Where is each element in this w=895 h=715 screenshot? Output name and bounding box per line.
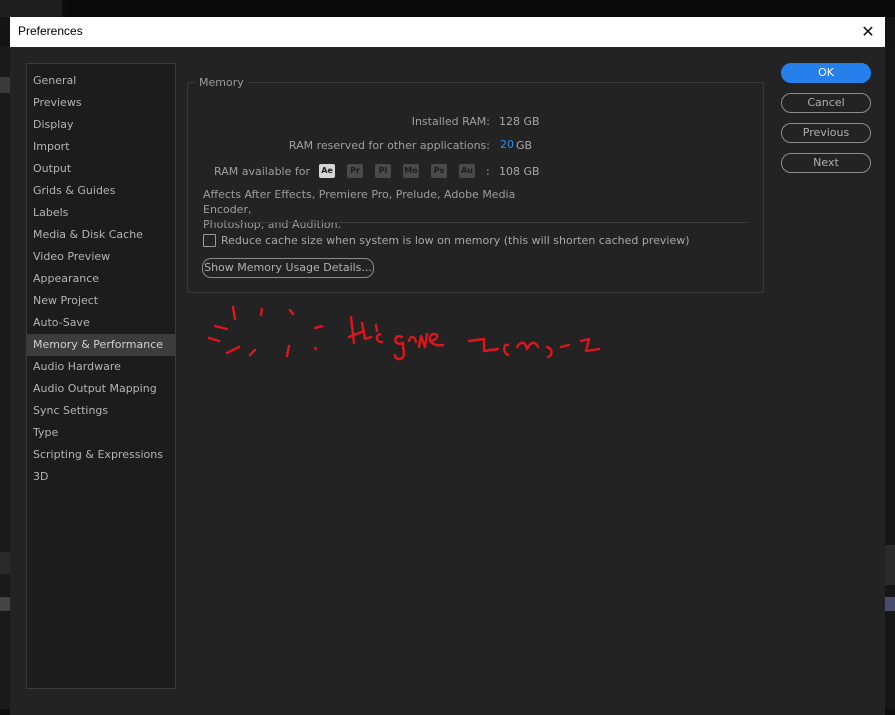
background-panel — [66, 0, 895, 17]
sidebar-item-3d[interactable]: 3D — [27, 466, 175, 488]
media-encoder-badge-icon: Me — [403, 164, 419, 178]
background-mark — [0, 597, 10, 611]
ram-available-label: RAM available for — [214, 165, 310, 178]
sidebar-item-display[interactable]: Display — [27, 114, 175, 136]
sidebar-item-import[interactable]: Import — [27, 136, 175, 158]
next-button[interactable]: Next — [781, 153, 871, 173]
installed-ram-value: 128 GB — [499, 115, 540, 128]
burst-stroke — [213, 324, 229, 331]
sidebar-item-memory-performance[interactable]: Memory & Performance — [27, 334, 175, 356]
annotation-letters — [374, 323, 384, 344]
ram-reserved-value[interactable]: 20 — [500, 138, 514, 151]
title-bar: Preferences ✕ — [10, 17, 885, 47]
after-effects-badge-icon: Ae — [319, 164, 335, 178]
burst-stroke — [207, 336, 221, 343]
memory-description-line: Affects After Effects, Premiere Pro, Pre… — [203, 188, 516, 216]
reduce-cache-checkbox[interactable] — [203, 234, 216, 247]
dialog-title: Preferences — [18, 24, 83, 38]
preferences-dialog: Preferences ✕ General Previews Display I… — [10, 17, 885, 715]
photoshop-badge-icon: Ps — [431, 164, 447, 178]
memory-group-title: Memory — [195, 76, 248, 89]
sidebar-item-audio-output-mapping[interactable]: Audio Output Mapping — [27, 378, 175, 400]
sidebar-item-type[interactable]: Type — [27, 422, 175, 444]
divider — [203, 222, 748, 223]
background-mark — [0, 77, 10, 93]
background-app-left — [0, 47, 10, 715]
sidebar-item-sync-settings[interactable]: Sync Settings — [27, 400, 175, 422]
burst-stroke — [259, 307, 264, 317]
reduce-cache-label[interactable]: Reduce cache size when system is low on … — [221, 234, 690, 247]
installed-ram-label: Installed RAM: — [411, 115, 490, 128]
memory-description: Affects After Effects, Premiere Pro, Pre… — [203, 187, 563, 232]
audition-badge-icon: Au — [459, 164, 475, 178]
memory-group: Memory Installed RAM: 128 GB RAM reserve… — [187, 76, 764, 293]
ok-button[interactable]: OK — [781, 63, 871, 83]
annotation-shrug — [467, 337, 601, 359]
burst-stroke — [288, 308, 295, 316]
sidebar-item-scripting-expressions[interactable]: Scripting & Expressions — [27, 444, 175, 466]
show-memory-usage-details-button[interactable]: Show Memory Usage Details... — [202, 258, 374, 278]
sidebar-item-auto-save[interactable]: Auto-Save — [27, 312, 175, 334]
cancel-button[interactable]: Cancel — [781, 93, 871, 113]
preferences-category-list: General Previews Display Import Output G… — [26, 63, 176, 689]
sidebar-item-new-project[interactable]: New Project — [27, 290, 175, 312]
ram-reserved-label: RAM reserved for other applications: — [288, 139, 490, 152]
handwritten-annotation — [207, 305, 601, 361]
sidebar-item-video-preview[interactable]: Video Preview — [27, 246, 175, 268]
premiere-pro-badge-icon: Pr — [347, 164, 363, 178]
sidebar-item-previews[interactable]: Previews — [27, 92, 175, 114]
prelude-badge-icon: Pl — [375, 164, 391, 178]
sidebar-item-audio-hardware[interactable]: Audio Hardware — [27, 356, 175, 378]
ram-available-separator: : — [486, 165, 490, 178]
annotation-letters — [347, 315, 373, 345]
background-app-right — [885, 47, 895, 715]
sidebar-item-output[interactable]: Output — [27, 158, 175, 180]
burst-stroke — [231, 305, 237, 321]
ram-reserved-unit: GB — [516, 139, 533, 152]
memory-description-line: Photoshop, and Audition. — [203, 218, 342, 231]
background-mark — [885, 545, 895, 585]
burst-stroke — [313, 324, 324, 330]
burst-stroke — [313, 346, 318, 351]
sidebar-item-appearance[interactable]: Appearance — [27, 268, 175, 290]
background-mark — [885, 597, 895, 611]
burst-stroke — [248, 348, 257, 357]
sidebar-item-grids-guides[interactable]: Grids & Guides — [27, 180, 175, 202]
sidebar-item-media-disk-cache[interactable]: Media & Disk Cache — [27, 224, 175, 246]
annotation-letters — [393, 332, 445, 361]
background-mark — [0, 552, 10, 574]
background-panel — [0, 0, 62, 17]
background-app-top — [0, 0, 895, 17]
close-icon[interactable]: ✕ — [857, 21, 879, 43]
previous-button[interactable]: Previous — [781, 123, 871, 143]
burst-stroke — [285, 344, 291, 358]
sidebar-item-labels[interactable]: Labels — [27, 202, 175, 224]
ram-available-value: 108 GB — [499, 165, 540, 178]
burst-stroke — [225, 345, 241, 355]
sidebar-item-general[interactable]: General — [27, 70, 175, 92]
